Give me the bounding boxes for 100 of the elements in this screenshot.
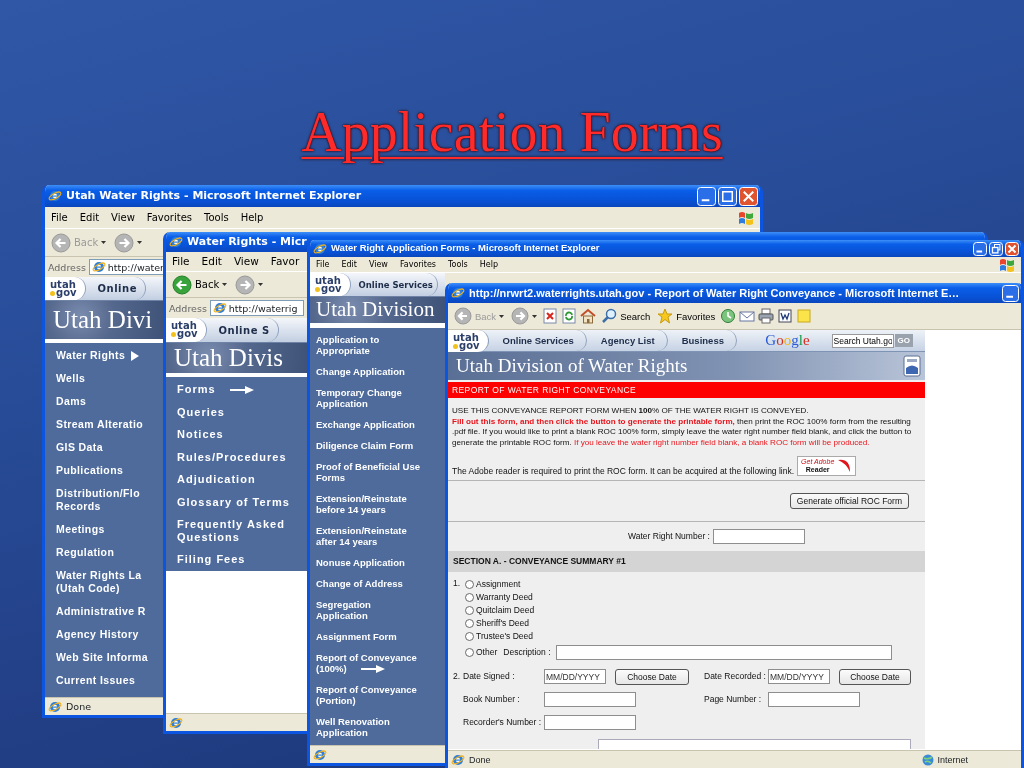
maximize-button[interactable] <box>718 186 737 206</box>
sidebar-link[interactable]: Change Application <box>310 361 445 382</box>
nav-tab[interactable]: Agency List <box>586 330 668 351</box>
print-button[interactable] <box>758 308 775 324</box>
menu-item[interactable]: Help <box>234 210 270 225</box>
menu-item[interactable]: Edit <box>335 258 363 271</box>
mail-button[interactable] <box>739 308 756 324</box>
menu-item[interactable]: Favorites <box>393 258 442 271</box>
sidebar-link[interactable]: Glossary of Terms <box>166 490 307 513</box>
text-field[interactable] <box>712 528 805 544</box>
radio-button[interactable] <box>465 592 474 602</box>
history-button[interactable] <box>720 308 737 324</box>
sidebar-link[interactable]: Filing Fees <box>166 548 307 571</box>
sidebar-link[interactable]: Application to Appropriate <box>310 329 445 361</box>
minimize-button[interactable] <box>973 241 987 256</box>
nav-tab[interactable]: Business <box>667 330 737 351</box>
close-button[interactable] <box>739 186 758 206</box>
sidebar-link[interactable]: Water Rights La (Utah Code) <box>45 564 163 600</box>
close-button[interactable] <box>1005 241 1019 256</box>
sidebar-link[interactable]: Extension/Reinstate before 14 years <box>310 488 445 520</box>
sidebar-link[interactable]: Diligence Claim Form <box>310 435 445 456</box>
sidebar-link[interactable]: Notices <box>166 423 307 446</box>
menu-item[interactable]: Edit <box>195 253 228 270</box>
back-button[interactable]: Back <box>170 273 230 296</box>
sidebar-link[interactable]: Segregation Application <box>310 594 445 626</box>
restore-button[interactable] <box>989 241 1003 256</box>
sidebar-link[interactable]: Stream Alteratio <box>45 413 163 436</box>
refresh-button[interactable] <box>561 308 578 324</box>
radio-button[interactable] <box>465 579 474 589</box>
sidebar-link[interactable]: Well Renovation Application <box>310 711 445 743</box>
text-field[interactable] <box>555 644 892 660</box>
sidebar-link[interactable]: Temporary Change Application <box>310 382 445 414</box>
sidebar-link[interactable]: Water Rights <box>45 344 163 367</box>
sidebar-link[interactable]: Proof of Beneficial Use Forms <box>310 456 445 488</box>
nav-tab[interactable]: Online Services <box>488 330 587 351</box>
text-field[interactable] <box>544 691 636 707</box>
text-area[interactable] <box>598 738 911 749</box>
text-field[interactable] <box>544 714 636 730</box>
nav-tab[interactable]: Online Services <box>350 273 438 296</box>
menu-item[interactable]: Favorites <box>140 210 198 225</box>
date-picker-button[interactable]: Choose Date <box>615 668 689 685</box>
sidebar-link[interactable]: Administrative R <box>45 600 163 623</box>
menu-item[interactable]: File <box>310 258 336 271</box>
address-field[interactable]: http://waterrig <box>209 300 304 316</box>
site-logo[interactable]: utah gov <box>448 329 489 352</box>
sidebar-link[interactable]: GIS Data <box>45 436 163 459</box>
menu-item[interactable]: File <box>45 210 74 225</box>
search-field[interactable]: Search Utah.go <box>831 333 894 348</box>
site-logo[interactable]: utah gov <box>310 273 351 296</box>
menu-item[interactable]: View <box>362 258 394 271</box>
text-field[interactable]: MM/DD/YYYY <box>544 669 606 684</box>
sidebar-link[interactable]: Publications <box>45 459 163 482</box>
menu-item[interactable]: Edit <box>73 210 106 225</box>
sidebar-link[interactable]: Rules/Procedures <box>166 445 307 468</box>
text-field[interactable]: MM/DD/YYYY <box>768 669 830 684</box>
sidebar-link[interactable]: Distribution/Flo Records <box>45 482 163 518</box>
site-logo[interactable]: utah gov <box>166 318 207 342</box>
sidebar-link[interactable]: Exchange Application <box>310 414 445 435</box>
nav-tab[interactable]: Online S <box>206 318 279 342</box>
site-title: Utah Division <box>310 297 445 323</box>
menu-item[interactable]: View <box>227 253 265 270</box>
text-field[interactable] <box>768 691 860 707</box>
radio-button[interactable] <box>465 647 474 657</box>
sidebar-link[interactable]: Forms <box>166 378 307 401</box>
sidebar-link[interactable]: Agency History <box>45 623 163 646</box>
search-button[interactable]: Search <box>599 307 653 325</box>
sidebar-link[interactable]: Adjudication <box>166 468 307 491</box>
sidebar-link[interactable]: Dams <box>45 390 163 413</box>
sidebar-link[interactable]: Assignment Form <box>310 626 445 647</box>
menu-item[interactable]: Help <box>473 258 504 271</box>
nav-tab[interactable]: Online <box>85 277 146 300</box>
edit-button[interactable] <box>777 308 794 324</box>
sidebar-link[interactable]: Current Issues <box>45 669 163 692</box>
home-button[interactable] <box>580 308 597 324</box>
sidebar-link[interactable]: Frequently Asked Questions <box>166 513 307 548</box>
sidebar-link[interactable]: Wells <box>45 367 163 390</box>
sidebar-link[interactable]: Nonuse Application <box>310 552 445 573</box>
menu-item[interactable]: View <box>105 210 141 225</box>
minimize-button[interactable] <box>1002 284 1019 302</box>
sidebar-link[interactable]: Web Site Informa <box>45 646 163 669</box>
favorites-button[interactable]: Favorites <box>655 307 718 325</box>
menu-item[interactable]: File <box>166 253 196 270</box>
stop-button[interactable] <box>542 308 559 324</box>
sidebar-link[interactable]: Meetings <box>45 518 163 541</box>
date-picker-button[interactable]: Choose Date <box>839 668 911 685</box>
menu-item[interactable]: Favor <box>264 253 306 270</box>
radio-button[interactable] <box>465 631 474 641</box>
radio-button[interactable] <box>465 605 474 615</box>
sidebar-link[interactable]: Extension/Reinstate after 14 years <box>310 520 445 552</box>
menu-item[interactable]: Tools <box>198 210 235 225</box>
menu-item[interactable]: Tools <box>442 258 474 271</box>
sidebar-link[interactable]: Report of Conveyance (Portion) <box>310 679 445 711</box>
generate-button[interactable]: Generate official ROC Form <box>789 493 909 509</box>
minimize-button[interactable] <box>697 186 716 206</box>
sidebar-link[interactable]: Report of Conveyance (100%) <box>310 647 445 679</box>
sidebar-link[interactable]: Queries <box>166 400 307 423</box>
radio-button[interactable] <box>465 618 474 628</box>
sidebar-link[interactable]: Regulation <box>45 541 163 564</box>
sidebar-link[interactable]: Change of Address <box>310 573 445 594</box>
site-logo[interactable]: utah gov <box>45 277 86 300</box>
